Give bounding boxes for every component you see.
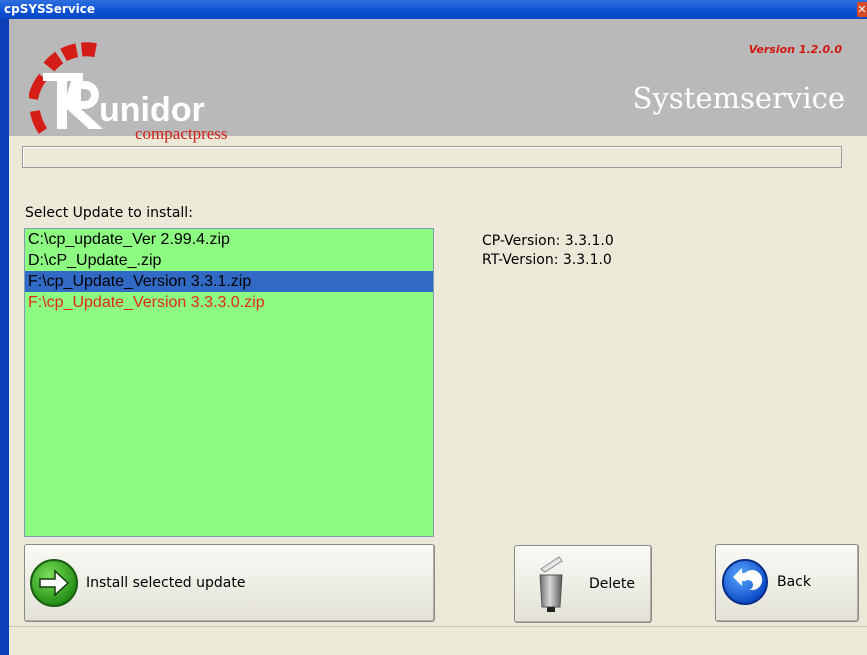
progress-bar xyxy=(22,146,842,168)
runidor-logo: unidor compactpress xyxy=(29,42,228,143)
window-frame-edge xyxy=(0,19,9,655)
version-label: Version 1.2.0.0 xyxy=(748,43,842,56)
arrow-right-icon xyxy=(30,559,78,607)
install-button-label: Install selected update xyxy=(86,575,246,591)
select-update-label: Select Update to install: xyxy=(25,205,193,221)
delete-button[interactable]: Delete xyxy=(514,545,652,623)
header-banner: unidor compactpress Version 1.2.0.0 Syst… xyxy=(9,19,867,143)
back-button[interactable]: Back xyxy=(715,544,859,622)
version-info: CP-Version: 3.3.1.0 RT-Version: 3.3.1.0 xyxy=(482,232,614,270)
rt-version-text: RT-Version: 3.3.1.0 xyxy=(482,252,612,268)
list-item[interactable]: F:\cp_Update_Version 3.3.1.zip xyxy=(25,271,433,292)
status-divider xyxy=(9,626,867,627)
title-bar: cpSYSService ✕ xyxy=(0,0,867,19)
trash-can-icon xyxy=(539,556,563,612)
window-title: cpSYSService xyxy=(4,2,96,16)
back-arrow-icon xyxy=(722,559,768,605)
list-item[interactable]: F:\cp_Update_Version 3.3.3.0.zip xyxy=(25,292,433,313)
install-selected-update-button[interactable]: Install selected update xyxy=(24,544,435,622)
back-button-label: Back xyxy=(777,574,811,590)
delete-button-label: Delete xyxy=(589,576,635,592)
list-item[interactable]: C:\cp_update_Ver 2.99.4.zip xyxy=(25,229,433,250)
update-listbox[interactable]: C:\cp_update_Ver 2.99.4.zip D:\cP_Update_… xyxy=(24,228,434,537)
cp-version-text: CP-Version: 3.3.1.0 xyxy=(482,233,614,249)
page-title: Systemservice xyxy=(632,81,845,115)
close-icon[interactable]: ✕ xyxy=(857,2,867,17)
logo-subtext: compactpress xyxy=(135,124,228,143)
list-item[interactable]: D:\cP_Update_.zip xyxy=(25,250,433,271)
